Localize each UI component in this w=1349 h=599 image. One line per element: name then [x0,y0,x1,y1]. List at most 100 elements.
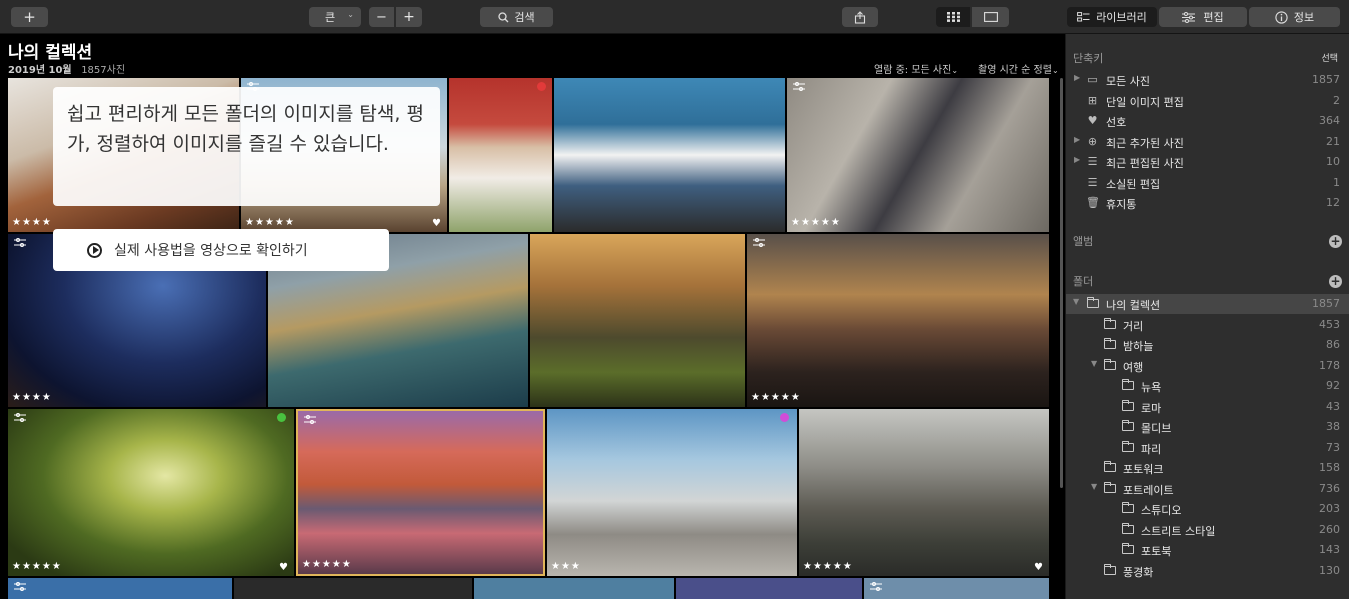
folder-count: 73 [1326,441,1340,454]
chevron-down-icon: ⌄ [1051,66,1059,75]
shortcut-count: 12 [1326,196,1340,209]
folder-paris[interactable]: 파리 73 [1066,438,1349,458]
sliders-icon [1182,11,1196,23]
view-filter-dropdown[interactable]: 열람 중: 모든 사진⌄ [874,61,958,76]
disclosure-icon: ▶ [1074,155,1081,164]
shortcut-label: 소실된 편집 [1106,178,1161,191]
photo-thumbnail[interactable] [8,578,232,599]
folder-count: 260 [1319,523,1340,536]
photo-thumbnail[interactable]: ★★★★★ ♥ [799,409,1049,576]
folder-label: 스튜디오 [1141,504,1182,517]
heart-icon: ♥ [1087,114,1098,127]
photo-thumbnail[interactable] [530,234,745,407]
thumbnail-size-label: 큰 [325,11,336,24]
folder-icon [1104,359,1116,370]
folder-count: 1857 [1312,297,1340,310]
folder-studio[interactable]: 스튜디오 203 [1066,499,1349,519]
shortcut-single-edit[interactable]: ⊞ 단일 이미지 편집 2 [1066,91,1349,111]
library-sidebar: 단축키 선택 ▶ ▭ 모든 사진 1857 ⊞ 단일 이미지 편집 2 ♥ 선호… [1065,34,1349,599]
photo-thumbnail[interactable]: ★★★ [547,409,797,576]
sliders-icon: ☰ [1087,176,1098,189]
search-button[interactable]: 검색 [480,7,553,27]
grid-view-button[interactable] [936,7,970,27]
photo-thumbnail-selected[interactable]: ★★★★★ [296,409,545,576]
folder-travel[interactable]: ▼ 여행 178 [1066,356,1349,376]
shortcut-label: 최근 추가된 사진 [1106,137,1184,150]
shortcut-recently-added[interactable]: ▶ ⊕ 최근 추가된 사진 21 [1066,132,1349,152]
page-title: 나의 컬렉션 [8,43,93,63]
chevron-down-icon: ⌄ [951,66,959,75]
watch-video-button[interactable]: 실제 사용법을 영상으로 확인하기 [53,229,389,271]
folder-count: 143 [1319,543,1340,556]
adjusted-icon [753,238,765,247]
photo-thumbnail[interactable] [676,578,862,599]
library-icon [1077,11,1090,21]
search-icon [498,11,509,22]
folder-night-sky[interactable]: 밤하늘 86 [1066,335,1349,355]
select-link[interactable]: 선택 [1321,51,1338,64]
folder-street[interactable]: 거리 453 [1066,315,1349,335]
view-filter-label: 열람 중: 모든 사진 [874,65,952,76]
sort-dropdown[interactable]: 촬영 시간 순 정렬⌄ [978,61,1059,76]
single-view-button[interactable] [972,7,1009,27]
photo-thumbnail[interactable] [234,578,472,599]
tab-edit[interactable]: 편집 [1159,7,1247,27]
folder-label: 나의 컬렉션 [1106,299,1161,312]
photo-thumbnail[interactable]: ★★★★★ [747,234,1049,407]
heart-icon: ♥ [1034,562,1043,573]
scrollbar[interactable] [1060,78,1063,488]
folder-photobook[interactable]: 포토북 143 [1066,540,1349,560]
folder-count: 92 [1326,379,1340,392]
add-button[interactable]: + [11,7,48,27]
play-icon [87,242,102,258]
zoom-in-button[interactable]: + [396,7,422,27]
top-toolbar: + 큰 ⌄ − + 검색 라이브러리 편집 정보 [0,0,1349,34]
shortcut-all-photos[interactable]: ▶ ▭ 모든 사진 1857 [1066,70,1349,90]
shortcut-label: 모든 사진 [1106,75,1150,88]
adjusted-icon [304,415,316,424]
shortcut-trash[interactable]: 🗑︎ 휴지통 12 [1066,193,1349,213]
color-label-dot [537,82,546,91]
folder-icon [1087,297,1099,308]
folder-photowalk[interactable]: 포토워크 158 [1066,458,1349,478]
zoom-out-button[interactable]: − [369,7,394,27]
adjusted-icon [14,413,26,422]
folder-street-style[interactable]: 스트리트 스타일 260 [1066,520,1349,540]
photo-thumbnail[interactable] [554,78,785,232]
photo-thumbnail[interactable] [474,578,674,599]
thumbnail-size-dropdown[interactable]: 큰 ⌄ [309,7,361,27]
folder-icon [1104,482,1116,493]
folder-label: 포토워크 [1123,463,1164,476]
folder-new-york[interactable]: 뉴욕 92 [1066,376,1349,396]
photo-thumbnail[interactable] [864,578,1049,599]
add-folder-button[interactable]: + [1329,275,1342,288]
shortcut-recently-edited[interactable]: ▶ ☰ 최근 편집된 사진 10 [1066,152,1349,172]
photo-thumbnail[interactable]: ★★★★★ ♥ [8,409,294,576]
folder-portrait[interactable]: ▼ 포트레이트 736 [1066,479,1349,499]
tab-library[interactable]: 라이브러리 [1067,7,1157,27]
photo-thumbnail[interactable]: ★★★★★ [787,78,1049,232]
folder-maldives[interactable]: 몰디브 38 [1066,417,1349,437]
folder-icon [1122,420,1134,431]
shortcut-lost-edits[interactable]: ☰ 소실된 편집 1 [1066,173,1349,193]
folder-label: 포트레이트 [1123,484,1174,497]
shortcut-favorites[interactable]: ♥ 선호 364 [1066,111,1349,131]
folder-count: 38 [1326,420,1340,433]
folder-icon [1104,564,1116,575]
add-circle-icon: ⊕ [1087,135,1098,148]
folder-icon [1122,502,1134,513]
stack-icon: ▭ [1087,73,1098,86]
rating-stars: ★★★★★ [791,217,841,228]
share-button[interactable] [842,7,878,27]
photo-count: 1857사진 [81,65,126,76]
folder-landscape[interactable]: 풍경화 130 [1066,561,1349,581]
folder-my-collection[interactable]: ▼ 나의 컬렉션 1857 [1066,294,1349,314]
shortcuts-heading: 단축키 [1073,52,1104,65]
folder-rome[interactable]: 로마 43 [1066,397,1349,417]
add-album-button[interactable]: + [1329,235,1342,248]
photo-thumbnail[interactable] [449,78,552,232]
folder-icon [1104,461,1116,472]
rating-stars: ★★★★★ [803,561,853,572]
folder-icon [1122,441,1134,452]
tab-info[interactable]: 정보 [1249,7,1340,27]
